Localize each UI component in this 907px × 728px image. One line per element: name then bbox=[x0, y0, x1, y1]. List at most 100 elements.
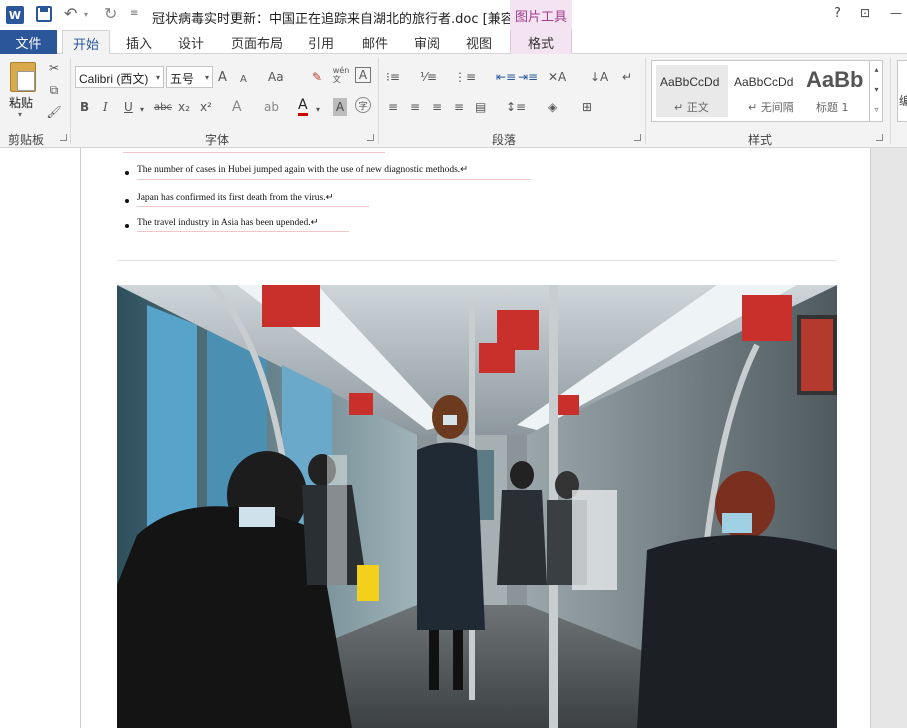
numbering-icon[interactable]: ⅟≡ bbox=[420, 68, 437, 86]
subscript-button[interactable]: x₂ bbox=[178, 98, 190, 116]
clipboard-group-label: 剪贴板 bbox=[8, 133, 45, 147]
align-right-icon[interactable]: ≡ bbox=[432, 98, 442, 116]
line-spacing-icon[interactable]: ↕≡ bbox=[506, 98, 526, 116]
ribbon-home: 粘贴 ▾ ✂ ⧉ 🖌 剪贴板 Calibri (西文) ▾ 五号 ▾ A A A… bbox=[0, 54, 907, 148]
chevron-down-icon[interactable]: ▾ bbox=[870, 80, 883, 100]
undo-icon[interactable]: ↶ bbox=[64, 4, 77, 23]
strikethrough-button[interactable]: abc bbox=[154, 98, 172, 116]
style-heading-1[interactable]: AaBb 标题 1 bbox=[802, 65, 864, 117]
document-page[interactable]: The number of cases in Hubei jumped agai… bbox=[80, 148, 871, 728]
tab-design[interactable]: 设计 bbox=[170, 30, 212, 54]
style-no-spacing[interactable]: AaBbCcDd ↵ 无间隔 bbox=[730, 65, 802, 117]
styles-gallery: AaBbCcDd ↵ 正文 AaBbCcDd ↵ 无间隔 AaBb 标题 1 bbox=[651, 60, 883, 122]
show-paragraph-marks-icon[interactable]: ↵ bbox=[622, 68, 632, 86]
paste-dropdown-icon[interactable]: ▾ bbox=[18, 110, 22, 119]
increase-indent-icon[interactable]: ⇥≡ bbox=[518, 68, 538, 86]
format-painter-icon[interactable]: 🖌 bbox=[46, 104, 62, 120]
chevron-up-icon[interactable]: ▴ bbox=[870, 60, 883, 80]
tab-page-layout[interactable]: 页面布局 bbox=[226, 30, 288, 54]
styles-group-label: 样式 bbox=[748, 133, 773, 147]
tab-file[interactable]: 文件 bbox=[0, 30, 57, 54]
chevron-down-icon: ▾ bbox=[155, 73, 160, 82]
borders-icon[interactable]: ⊞ bbox=[582, 98, 592, 116]
underline-dropdown-icon[interactable]: ▾ bbox=[140, 100, 144, 118]
bullet-text[interactable]: Japan has confirmed its first death from… bbox=[137, 192, 334, 203]
redo-icon[interactable]: ↻ bbox=[104, 4, 117, 23]
paragraph-launcher-icon[interactable] bbox=[634, 134, 641, 141]
phonetic-guide-icon[interactable]: wén 文 bbox=[333, 66, 350, 84]
editing-button-edge[interactable] bbox=[897, 60, 907, 122]
group-divider bbox=[378, 58, 379, 144]
superscript-button[interactable]: x² bbox=[200, 98, 212, 116]
ribbon-display-options-icon[interactable]: ⊡ bbox=[860, 6, 870, 20]
highlight-icon[interactable]: ab bbox=[264, 98, 279, 116]
font-name-select[interactable]: Calibri (西文) ▾ bbox=[75, 66, 164, 88]
font-color-dropdown-icon[interactable]: ▾ bbox=[316, 100, 320, 118]
ribbon-tabs: 文件 开始 插入 设计 页面布局 引用 邮件 审阅 视图 格式 bbox=[0, 30, 907, 55]
text-effects-icon[interactable]: A bbox=[232, 98, 242, 116]
word-app-icon[interactable]: W bbox=[6, 6, 24, 24]
save-icon[interactable] bbox=[36, 6, 52, 22]
align-left-icon[interactable]: ≡ bbox=[388, 98, 398, 116]
cut-icon[interactable]: ✂ bbox=[46, 60, 62, 76]
revision-mark bbox=[123, 152, 385, 153]
tab-insert[interactable]: 插入 bbox=[118, 30, 160, 54]
character-shading-icon[interactable]: A bbox=[333, 98, 347, 116]
horizontal-rule bbox=[117, 260, 837, 261]
subway-photo[interactable] bbox=[117, 285, 837, 728]
styles-scroll[interactable]: ▴ ▾ ▿ bbox=[869, 60, 883, 122]
group-divider bbox=[890, 58, 891, 144]
style-sample: AaBbCcDd bbox=[734, 75, 794, 89]
style-name: ↵ 正文 bbox=[674, 101, 709, 114]
font-size-select[interactable]: 五号 ▾ bbox=[166, 66, 213, 88]
italic-button[interactable]: I bbox=[103, 98, 108, 116]
revision-mark bbox=[137, 231, 349, 232]
paragraph-group-label: 段落 bbox=[492, 133, 517, 147]
underline-button[interactable]: U bbox=[124, 98, 133, 116]
change-case-icon[interactable]: Aa bbox=[268, 68, 284, 86]
character-border-icon[interactable]: A bbox=[355, 67, 371, 83]
tab-mailings[interactable]: 邮件 bbox=[354, 30, 396, 54]
bullet-text[interactable]: The travel industry in Asia has been upe… bbox=[137, 217, 319, 228]
font-launcher-icon[interactable] bbox=[367, 134, 374, 141]
help-button[interactable]: ? bbox=[834, 6, 841, 21]
distributed-icon[interactable]: ▤ bbox=[475, 98, 486, 116]
document-title: 冠状病毒实时更新：中国正在追踪来自湖北的旅行者.doc [兼容... bbox=[152, 12, 527, 27]
revision-mark bbox=[137, 206, 369, 207]
tab-home[interactable]: 开始 bbox=[62, 30, 110, 55]
align-center-icon[interactable]: ≡ bbox=[410, 98, 420, 116]
clipboard-launcher-icon[interactable] bbox=[60, 134, 67, 141]
paste-button[interactable]: 粘贴 bbox=[9, 94, 33, 111]
tab-review[interactable]: 审阅 bbox=[406, 30, 448, 54]
tab-view[interactable]: 视图 bbox=[458, 30, 500, 54]
sort-icon[interactable]: ↓A bbox=[590, 68, 608, 86]
enclose-characters-icon[interactable]: 字 bbox=[355, 97, 371, 113]
styles-launcher-icon[interactable] bbox=[876, 134, 883, 141]
justify-icon[interactable]: ≡ bbox=[454, 98, 464, 116]
customize-quick-access-icon[interactable]: ≡ bbox=[130, 8, 138, 19]
style-sample: AaBbCcDd bbox=[660, 75, 720, 89]
undo-dropdown-icon[interactable]: ▾ bbox=[84, 10, 88, 19]
bullets-icon[interactable]: ⁝≡ bbox=[386, 68, 400, 86]
chevron-down-icon: ▾ bbox=[204, 73, 209, 82]
paste-icon[interactable] bbox=[10, 62, 36, 92]
tab-references[interactable]: 引用 bbox=[300, 30, 342, 54]
font-size-value: 五号 bbox=[170, 72, 195, 86]
tab-picture-format[interactable]: 格式 bbox=[510, 30, 572, 55]
shrink-font-icon[interactable]: A bbox=[240, 70, 247, 88]
style-normal[interactable]: AaBbCcDd ↵ 正文 bbox=[656, 65, 728, 117]
clear-formatting-icon[interactable]: ✎ bbox=[312, 68, 322, 86]
bullet-text[interactable]: The number of cases in Hubei jumped agai… bbox=[137, 164, 468, 175]
decrease-indent-icon[interactable]: ⇤≡ bbox=[496, 68, 516, 86]
shading-icon[interactable]: ◈ bbox=[548, 98, 557, 116]
multilevel-list-icon[interactable]: ⋮≡ bbox=[454, 68, 476, 86]
group-divider bbox=[645, 58, 646, 144]
font-color-icon[interactable]: A bbox=[298, 96, 308, 116]
minimize-icon[interactable]: — bbox=[890, 6, 902, 20]
bold-button[interactable]: B bbox=[80, 98, 89, 116]
copy-icon[interactable]: ⧉ bbox=[46, 82, 62, 98]
group-divider bbox=[70, 58, 71, 144]
grow-font-icon[interactable]: A bbox=[218, 68, 227, 86]
chinese-layout-icon[interactable]: ✕A bbox=[548, 68, 566, 86]
more-styles-icon[interactable]: ▿ bbox=[870, 100, 883, 120]
